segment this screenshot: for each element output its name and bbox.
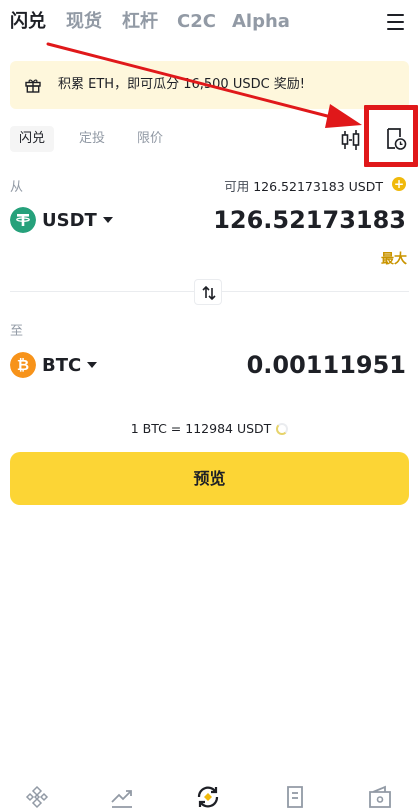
swap-button[interactable] <box>194 279 222 305</box>
max-button[interactable]: 最大 <box>381 248 407 267</box>
exchange-rate: 1 BTC = 112984 USDT <box>0 421 419 436</box>
chevron-down-icon <box>102 217 113 223</box>
home-icon[interactable] <box>24 784 50 809</box>
refresh-spinner-icon <box>276 422 289 435</box>
add-funds-icon[interactable]: + <box>392 177 406 191</box>
btc-logo-icon: ₿ <box>10 352 36 378</box>
available-value: 126.52173183 USDT <box>253 179 383 194</box>
from-coin-selector[interactable]: USDT <box>10 206 113 234</box>
rate-text: 1 BTC = 112984 USDT <box>130 421 272 436</box>
available-balance: 可用 126.52173183 USDT <box>224 176 383 195</box>
trade-icon[interactable] <box>195 784 221 809</box>
swap-arrows-icon <box>202 285 216 301</box>
bottom-nav <box>0 776 419 809</box>
to-amount[interactable]: 0.00111951 <box>247 350 406 380</box>
from-coin-name: USDT <box>42 209 97 231</box>
preview-button[interactable]: 预览 <box>10 452 409 505</box>
from-amount[interactable]: 126.52173183 <box>213 205 406 235</box>
available-label: 可用 <box>224 179 250 194</box>
futures-icon[interactable] <box>282 784 308 809</box>
to-coin-selector[interactable]: ₿ BTC <box>10 351 98 379</box>
markets-icon[interactable] <box>109 784 135 809</box>
svg-text:₿: ₿ <box>17 356 29 374</box>
usdt-logo-icon <box>10 207 36 233</box>
chevron-down-icon <box>87 362 98 368</box>
annotation-arrow <box>46 42 362 128</box>
to-coin-name: BTC <box>42 354 82 376</box>
wallet-icon[interactable] <box>367 784 393 809</box>
to-label: 至 <box>10 324 24 339</box>
from-label: 从 <box>10 180 24 195</box>
